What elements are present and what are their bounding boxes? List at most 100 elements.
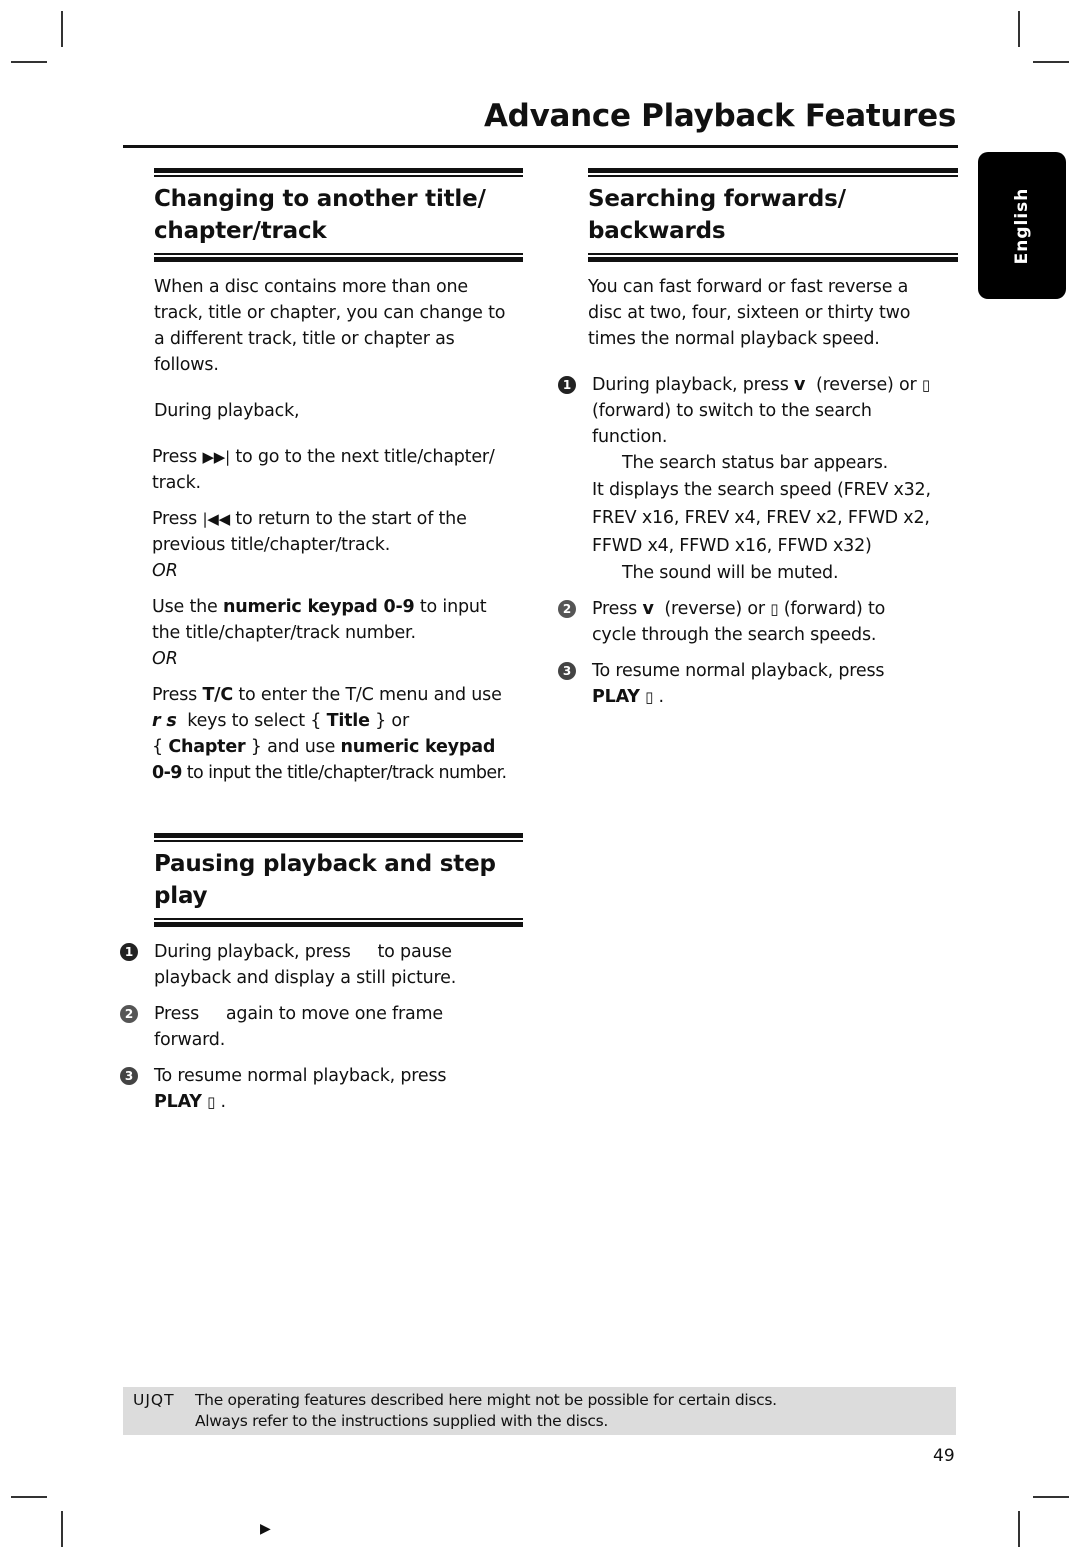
step-2: 2 Press v (reverse) or ▯ (forward) to cy…: [558, 596, 958, 648]
step-1: 1 During playback, press to pause playba…: [120, 939, 523, 991]
section-title-line: backwards: [588, 218, 726, 244]
crop-mark: [11, 1496, 47, 1498]
title-option: Title: [326, 711, 370, 731]
section-title-line: play: [154, 883, 208, 909]
text: Press: [154, 1004, 200, 1024]
reverse-key-icon: v: [642, 599, 654, 619]
text: {: [152, 737, 163, 757]
language-tab-label: English: [1012, 187, 1032, 264]
text: } and use: [250, 737, 336, 757]
note-label: UJQT: [133, 1391, 175, 1409]
keypad-range: 0-9: [152, 763, 182, 783]
keypad-instruction: Use the numeric keypad 0-9 to input the …: [152, 594, 523, 672]
step-number-badge: 1: [558, 376, 576, 394]
play-icon: ▯: [207, 1093, 216, 1111]
step-number-badge: 2: [120, 1005, 138, 1023]
text: (reverse) or: [816, 375, 917, 395]
step-3: 3 To resume normal playback, press PLAY …: [558, 658, 958, 710]
text-line: disc at two, four, sixteen or thirty two: [588, 303, 911, 323]
keypad-label: numeric keypad: [340, 737, 496, 757]
up-down-keys-icon: r s: [152, 711, 177, 731]
header-rule: [154, 840, 523, 842]
step-number-badge: 3: [558, 662, 576, 680]
intro-paragraph: When a disc contains more than one track…: [154, 274, 523, 378]
forward-key-icon: ▯: [770, 600, 779, 618]
text: again to move one frame: [225, 1004, 443, 1024]
header-rule: [154, 833, 523, 838]
header-rule: [154, 168, 523, 173]
text-line: To resume normal playback, press: [592, 661, 885, 681]
crop-mark: [1018, 1511, 1020, 1547]
play-key-label: PLAY: [154, 1092, 202, 1112]
text: .: [658, 687, 665, 707]
step-number-badge: 1: [120, 943, 138, 961]
play-triangle-icon: ▶: [260, 1521, 271, 1537]
text: to pause: [377, 942, 453, 962]
text-line: cycle through the search speeds.: [592, 625, 877, 645]
text: Use the: [152, 597, 218, 617]
text: (forward) to: [783, 599, 886, 619]
section-changing-title: Changing to another title/ chapter/track…: [152, 168, 523, 786]
section-title-line: Searching forwards/: [588, 186, 846, 212]
next-instruction: Press ▶▶| to go to the next title/chapte…: [152, 444, 523, 496]
text-line: To resume normal playback, press: [154, 1066, 447, 1086]
tc-instruction: Press T/C to enter the T/C menu and use …: [152, 682, 523, 786]
text: to return to the start of the: [235, 509, 467, 529]
step-number-badge: 3: [120, 1067, 138, 1085]
text: } or: [375, 711, 409, 731]
text-line: track, title or chapter, you can change …: [154, 303, 506, 323]
header-rule: [588, 168, 958, 173]
text-line: a different track, title or chapter as: [154, 329, 455, 349]
header-rule: [154, 175, 523, 177]
header-rule: [154, 922, 523, 927]
play-icon: ▯: [645, 688, 654, 706]
reverse-key-icon: v: [794, 375, 806, 395]
section-title-line: Pausing playback and step: [154, 851, 496, 877]
section-title-line: Changing to another title/: [154, 186, 486, 212]
text: Press: [592, 599, 638, 619]
section-header: Searching forwards/ backwards: [588, 168, 958, 262]
text-line: (forward) to switch to the search: [592, 401, 872, 421]
text: (reverse) or: [664, 599, 765, 619]
header-rule: [154, 257, 523, 262]
text: During playback, press: [154, 942, 351, 962]
section-searching: Searching forwards/ backwards You can fa…: [558, 168, 958, 710]
note-line: Always refer to the instructions supplie…: [195, 1412, 608, 1430]
during-playback-text: During playback,: [154, 401, 300, 421]
text-line: previous title/chapter/track.: [152, 535, 391, 555]
keypad-label: numeric keypad 0-9: [222, 597, 415, 617]
language-tab: English: [978, 152, 1066, 299]
text-line: It displays the search speed (FREV x32,: [592, 480, 931, 500]
note-text: The operating features described here mi…: [195, 1390, 777, 1432]
play-key-label: PLAY: [592, 687, 640, 707]
text-line: function.: [592, 427, 668, 447]
header-rule: [154, 253, 523, 255]
previous-instruction: Press |◀◀ to return to the start of the …: [152, 506, 523, 584]
step-number-badge: 2: [558, 600, 576, 618]
section-title: Pausing playback and step play: [154, 848, 523, 912]
chapter-option: Chapter: [168, 737, 246, 757]
text-line: When a disc contains more than one: [154, 277, 469, 297]
section-title-line: chapter/track: [154, 218, 327, 244]
crop-mark: [1018, 11, 1020, 47]
section-header: Pausing playback and step play: [154, 833, 523, 927]
previous-track-icon: |◀◀: [202, 510, 230, 528]
text-line: You can fast forward or fast reverse a: [588, 277, 909, 297]
page-title: Advance Playback Features: [483, 98, 956, 134]
text-line: follows.: [154, 355, 219, 375]
crop-mark: [11, 61, 47, 63]
text: Press: [152, 685, 198, 705]
note-box: UJQT The operating features described he…: [123, 1387, 956, 1435]
section-header: Changing to another title/ chapter/track: [154, 168, 523, 262]
result-text: The sound will be muted.: [622, 563, 839, 583]
page-number: 49: [933, 1446, 955, 1466]
or-separator: OR: [152, 561, 178, 581]
header-rule: [154, 918, 523, 920]
step-2: 2 Press again to move one frame forward.: [120, 1001, 523, 1053]
section-title: Searching forwards/ backwards: [588, 183, 958, 247]
text: Press: [152, 509, 198, 529]
text-line: track.: [152, 473, 201, 493]
next-track-icon: ▶▶|: [202, 448, 230, 466]
header-rule: [588, 257, 958, 262]
note-line: The operating features described here mi…: [195, 1391, 777, 1409]
